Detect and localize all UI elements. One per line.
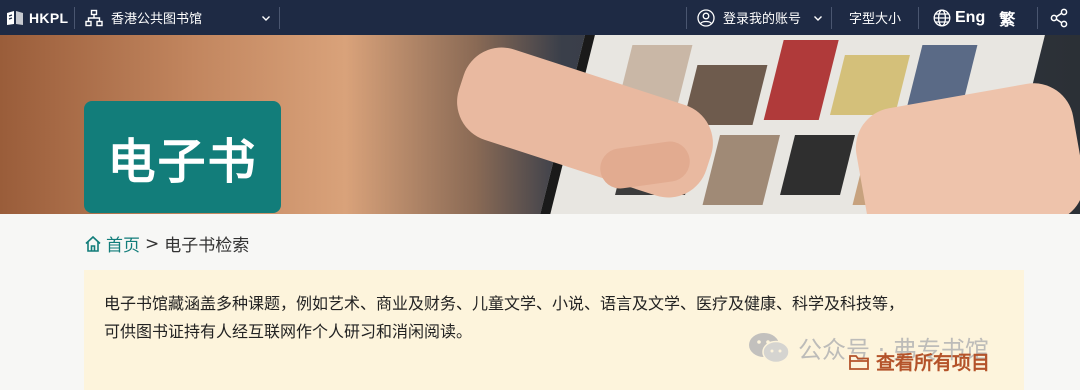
globe-icon <box>933 9 951 26</box>
share-button[interactable] <box>1038 0 1080 35</box>
library-tree-icon <box>85 9 103 26</box>
language-traditional-link[interactable]: 繁 <box>999 6 1015 30</box>
language-english-link[interactable]: Eng <box>955 9 985 27</box>
breadcrumb: 首页 > 电子书检索 <box>84 231 249 256</box>
breadcrumb-current: 电子书检索 <box>164 236 250 256</box>
font-size-button[interactable]: 字型大小 <box>832 8 918 27</box>
description-line-1: 电子书馆藏涵盖多种课题，例如艺术、商业及财务、儿童文学、小说、语言及文学、医疗及… <box>104 294 905 313</box>
view-all-items-label: 查看所有项目 <box>876 352 991 374</box>
library-select-value: 香港公共图书馆 <box>111 12 203 27</box>
divider <box>279 6 280 29</box>
login-account-label: 登录我的账号 <box>723 12 802 27</box>
chevron-down-icon <box>262 15 270 21</box>
wechat-icon <box>749 332 790 363</box>
top-navigation-bar: HKPL 香港公共图书馆 登录我的账号 字型大小 Eng 繁 <box>0 0 1080 35</box>
home-icon <box>85 235 101 252</box>
chevron-down-icon <box>814 15 822 21</box>
hero-banner: 电子书 <box>0 35 1080 214</box>
hkpl-logo[interactable]: HKPL <box>0 0 74 35</box>
page-title: 电子书 <box>84 101 281 213</box>
library-select-dropdown[interactable]: 香港公共图书馆 <box>75 0 279 35</box>
logo-text: HKPL <box>29 9 69 26</box>
view-all-items-link[interactable]: 查看所有项目 <box>848 348 990 375</box>
share-icon <box>1050 8 1068 27</box>
breadcrumb-home-link[interactable]: 首页 <box>106 231 140 256</box>
breadcrumb-separator: > <box>145 233 160 254</box>
folder-icon <box>849 354 869 370</box>
hkpl-logo-icon <box>7 10 23 25</box>
user-icon <box>697 8 715 27</box>
language-switcher: Eng 繁 <box>919 0 1037 35</box>
login-account-dropdown[interactable]: 登录我的账号 <box>687 0 831 35</box>
